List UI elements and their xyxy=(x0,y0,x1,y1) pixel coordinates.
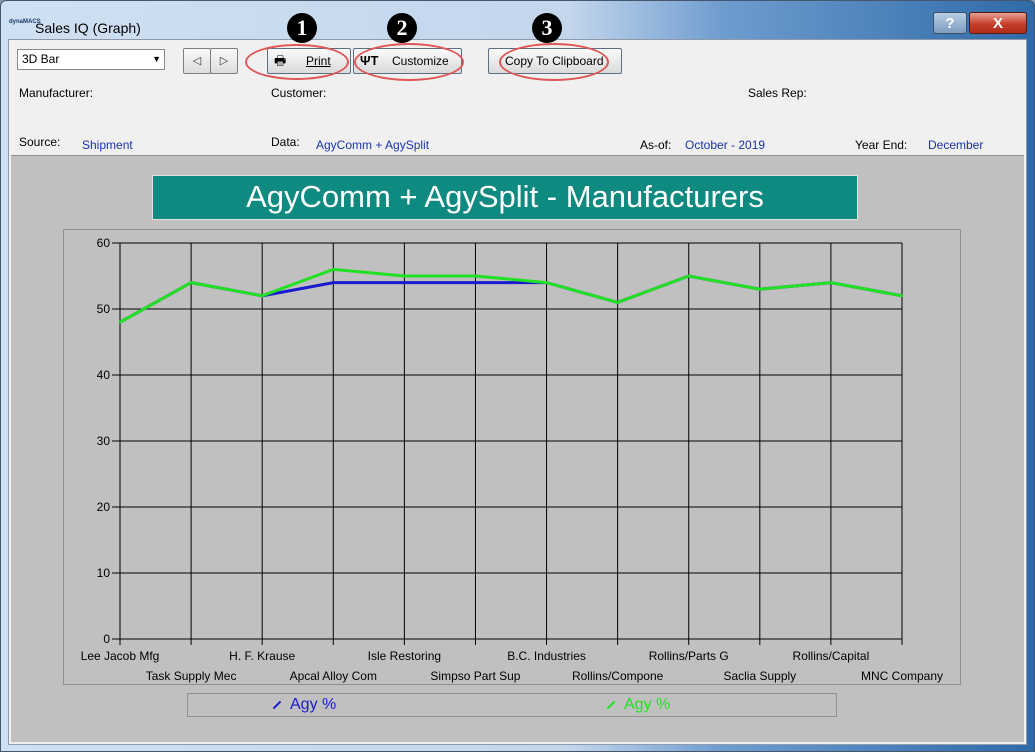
title-bar[interactable]: dynaMACS Sales IQ (Graph) ? X xyxy=(1,1,1034,39)
y-tick-label: 20 xyxy=(97,500,111,514)
data-point-blue xyxy=(474,281,477,284)
data-point-green xyxy=(829,281,833,284)
x-tick-label: B.C. Industries xyxy=(507,649,586,663)
x-tick-label: Rollins/Capital xyxy=(793,649,870,663)
chart-panel: AgyComm + AgySplit - Manufacturers 0 10 20… xyxy=(11,155,1024,742)
annotation-circle-1 xyxy=(245,44,349,80)
x-tick-label: Rollins/Parts G xyxy=(649,649,729,663)
x-tick-label: Isle Restoring xyxy=(368,649,441,663)
y-tick-label: 30 xyxy=(97,434,111,448)
data-point-green xyxy=(687,274,690,278)
legend-item-blue: Agy % xyxy=(272,696,336,714)
x-tick-label: Simpso Part Sup xyxy=(430,669,520,683)
arrow-left-icon: ◁ xyxy=(192,55,202,67)
as-of-label: As-of: xyxy=(640,138,672,152)
client-area: 3D Bar ▼ ◁ ▷ 🖶 Print ΨΤ Customize Copy T… xyxy=(8,13,1027,745)
series-line-blue xyxy=(119,274,903,324)
callout-number-2: 2 xyxy=(387,13,417,43)
data-point-green xyxy=(403,274,406,278)
as-of-value: October - 2019 xyxy=(685,138,766,152)
next-button[interactable]: ▷ xyxy=(210,48,238,74)
y-tick-label: 50 xyxy=(97,302,111,316)
callout-number-1: 1 xyxy=(287,13,317,43)
data-point-green xyxy=(332,268,335,271)
chevron-down-icon[interactable]: ▼ xyxy=(152,50,161,69)
year-end-label: Year End: xyxy=(855,138,908,152)
data-point-blue xyxy=(403,281,406,284)
x-tick-label: Task Supply Mec xyxy=(146,669,237,683)
legend-item-green: Agy % xyxy=(606,696,670,714)
legend-swatch-blue xyxy=(272,700,282,710)
data-label: Data: xyxy=(271,135,300,149)
annotation-circle-3 xyxy=(499,43,609,81)
callout-number-3: 3 xyxy=(532,13,562,43)
y-tick-label: 10 xyxy=(97,566,111,580)
data-point-green xyxy=(189,281,193,284)
chart-legend: Agy % Agy % xyxy=(187,693,837,717)
data-point-blue xyxy=(332,281,335,284)
close-button[interactable]: X xyxy=(969,12,1027,34)
manufacturer-label: Manufacturer: xyxy=(19,86,94,100)
app-window: dynaMACS Sales IQ (Graph) ? X 3D Bar ▼ ◁… xyxy=(0,0,1035,752)
x-tick-label: Apcal Alloy Com xyxy=(290,669,377,683)
legend-label-blue: Agy % xyxy=(290,696,337,713)
sales-rep-label: Sales Rep: xyxy=(748,86,807,100)
data-point-green xyxy=(758,288,762,291)
data-point-green xyxy=(260,294,264,297)
x-tick-label: MNC Company xyxy=(861,669,943,683)
y-tick-label: 0 xyxy=(103,632,110,646)
x-tick-label: Lee Jacob Mfg xyxy=(81,649,160,663)
window-title: Sales IQ (Graph) xyxy=(35,20,141,36)
series-line-green xyxy=(119,267,903,324)
arrow-right-icon: ▷ xyxy=(219,55,229,67)
y-tick-label: 60 xyxy=(97,236,111,250)
data-point-green xyxy=(616,301,619,304)
customer-label: Customer: xyxy=(271,86,327,100)
x-tick-label: H. F. Krause xyxy=(229,649,295,663)
data-point-green xyxy=(474,274,477,278)
chart-type-select[interactable]: 3D Bar ▼ xyxy=(17,49,165,70)
annotation-circle-2 xyxy=(354,43,464,81)
data-point-green xyxy=(900,294,904,297)
legend-swatch-green xyxy=(606,700,616,710)
x-tick-label: Saclia Supply xyxy=(723,669,796,683)
line-chart: 0 10 20 30 40 50 60 Lee Jacob Mfg Task Supply Me… xyxy=(81,236,943,683)
chart-type-value: 3D Bar xyxy=(22,52,60,66)
data-point-green xyxy=(545,281,548,284)
source-value: Shipment xyxy=(82,138,133,152)
legend-label-green: Agy % xyxy=(624,696,671,713)
source-label: Source: xyxy=(19,135,61,149)
app-icon: dynaMACS xyxy=(9,19,41,33)
y-tick-label: 40 xyxy=(97,368,111,382)
previous-button[interactable]: ◁ xyxy=(183,48,211,74)
data-point-green xyxy=(118,321,122,324)
year-end-value: December xyxy=(928,138,984,152)
data-value: AgyComm + AgySplit xyxy=(316,138,430,152)
x-tick-label: Rollins/Compone xyxy=(572,669,664,683)
help-button[interactable]: ? xyxy=(933,12,967,34)
